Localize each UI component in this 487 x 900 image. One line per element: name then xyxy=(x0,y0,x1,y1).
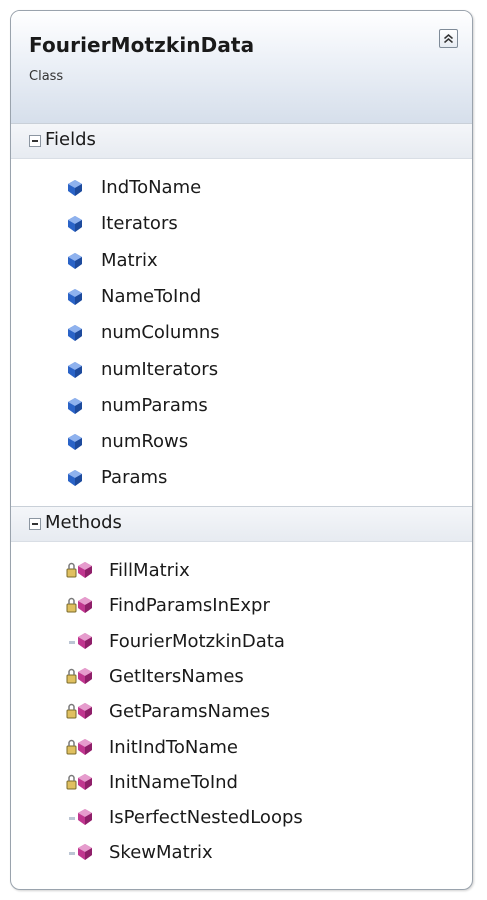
method-item[interactable]: IsPerfectNestedLoops xyxy=(11,801,472,836)
field-item[interactable]: numColumns xyxy=(11,316,472,351)
method-item[interactable]: GetParamsNames xyxy=(11,695,472,730)
field-icon xyxy=(67,179,83,201)
private-method-icon xyxy=(65,772,95,798)
field-name: Params xyxy=(101,467,168,489)
method-name: IsPerfectNestedLoops xyxy=(109,807,303,829)
method-name: FillMatrix xyxy=(109,560,190,581)
method-name: GetItersNames xyxy=(109,665,244,687)
field-name: numParams xyxy=(101,394,208,416)
fields-section-title: Fields xyxy=(45,129,96,150)
private-method-icon xyxy=(65,737,95,763)
class-header: FourierMotzkinData Class xyxy=(11,11,472,123)
method-name: SkewMatrix xyxy=(109,842,213,864)
collapse-button[interactable] xyxy=(439,29,458,48)
field-icon xyxy=(67,252,83,274)
field-name: numIterators xyxy=(101,358,219,380)
private-method-icon xyxy=(65,595,95,621)
field-name: numRows xyxy=(101,431,189,453)
field-icon xyxy=(67,324,83,346)
field-icon xyxy=(67,215,83,237)
field-item[interactable]: Matrix xyxy=(11,244,472,279)
field-item[interactable]: IndToName xyxy=(11,171,472,206)
field-item[interactable]: Iterators xyxy=(11,207,472,242)
method-item[interactable]: InitIndToName xyxy=(11,731,472,766)
field-icon xyxy=(67,288,83,310)
fields-section-header[interactable]: Fields xyxy=(11,123,472,159)
method-item[interactable]: GetItersNames xyxy=(11,660,472,695)
field-item[interactable]: numParams xyxy=(11,389,472,424)
method-item[interactable]: FourierMotzkinData xyxy=(11,625,472,660)
class-diagram-box: FourierMotzkinData Class Fields IndToNam… xyxy=(10,10,473,890)
private-method-icon xyxy=(65,701,95,727)
collapse-toggle-icon[interactable] xyxy=(29,518,41,530)
field-item[interactable]: numRows xyxy=(11,425,472,460)
method-name: FourierMotzkinData xyxy=(109,630,285,652)
private-method-icon xyxy=(65,560,95,586)
field-item[interactable]: Params xyxy=(11,461,472,496)
field-name: numColumns xyxy=(101,322,220,344)
method-name: GetParamsNames xyxy=(109,701,270,723)
method-item[interactable]: SkewMatrix xyxy=(11,836,472,871)
method-item[interactable]: FillMatrix xyxy=(11,554,472,589)
field-icon xyxy=(67,361,83,383)
public-method-icon xyxy=(65,842,95,868)
method-name: InitIndToName xyxy=(109,736,238,758)
public-method-icon xyxy=(65,631,95,657)
methods-section-title: Methods xyxy=(45,512,122,533)
method-name: InitNameToInd xyxy=(109,771,238,793)
public-method-icon xyxy=(65,807,95,833)
field-name: Matrix xyxy=(101,249,158,271)
double-chevron-up-icon xyxy=(444,34,453,44)
class-title: FourierMotzkinData xyxy=(29,33,255,57)
field-item[interactable]: NameToInd xyxy=(11,280,472,315)
field-name: IndToName xyxy=(101,177,202,198)
method-name: FindParamsInExpr xyxy=(109,595,270,617)
collapse-toggle-icon[interactable] xyxy=(29,135,41,147)
field-item[interactable]: numIterators xyxy=(11,353,472,388)
method-item[interactable]: InitNameToInd xyxy=(11,766,472,801)
class-kind: Class xyxy=(29,69,64,84)
field-icon xyxy=(67,469,83,491)
methods-section-header[interactable]: Methods xyxy=(11,506,472,542)
method-item[interactable]: FindParamsInExpr xyxy=(11,589,472,624)
private-method-icon xyxy=(65,666,95,692)
field-icon xyxy=(67,397,83,419)
field-name: Iterators xyxy=(101,213,178,235)
field-icon xyxy=(67,433,83,455)
field-name: NameToInd xyxy=(101,285,202,307)
